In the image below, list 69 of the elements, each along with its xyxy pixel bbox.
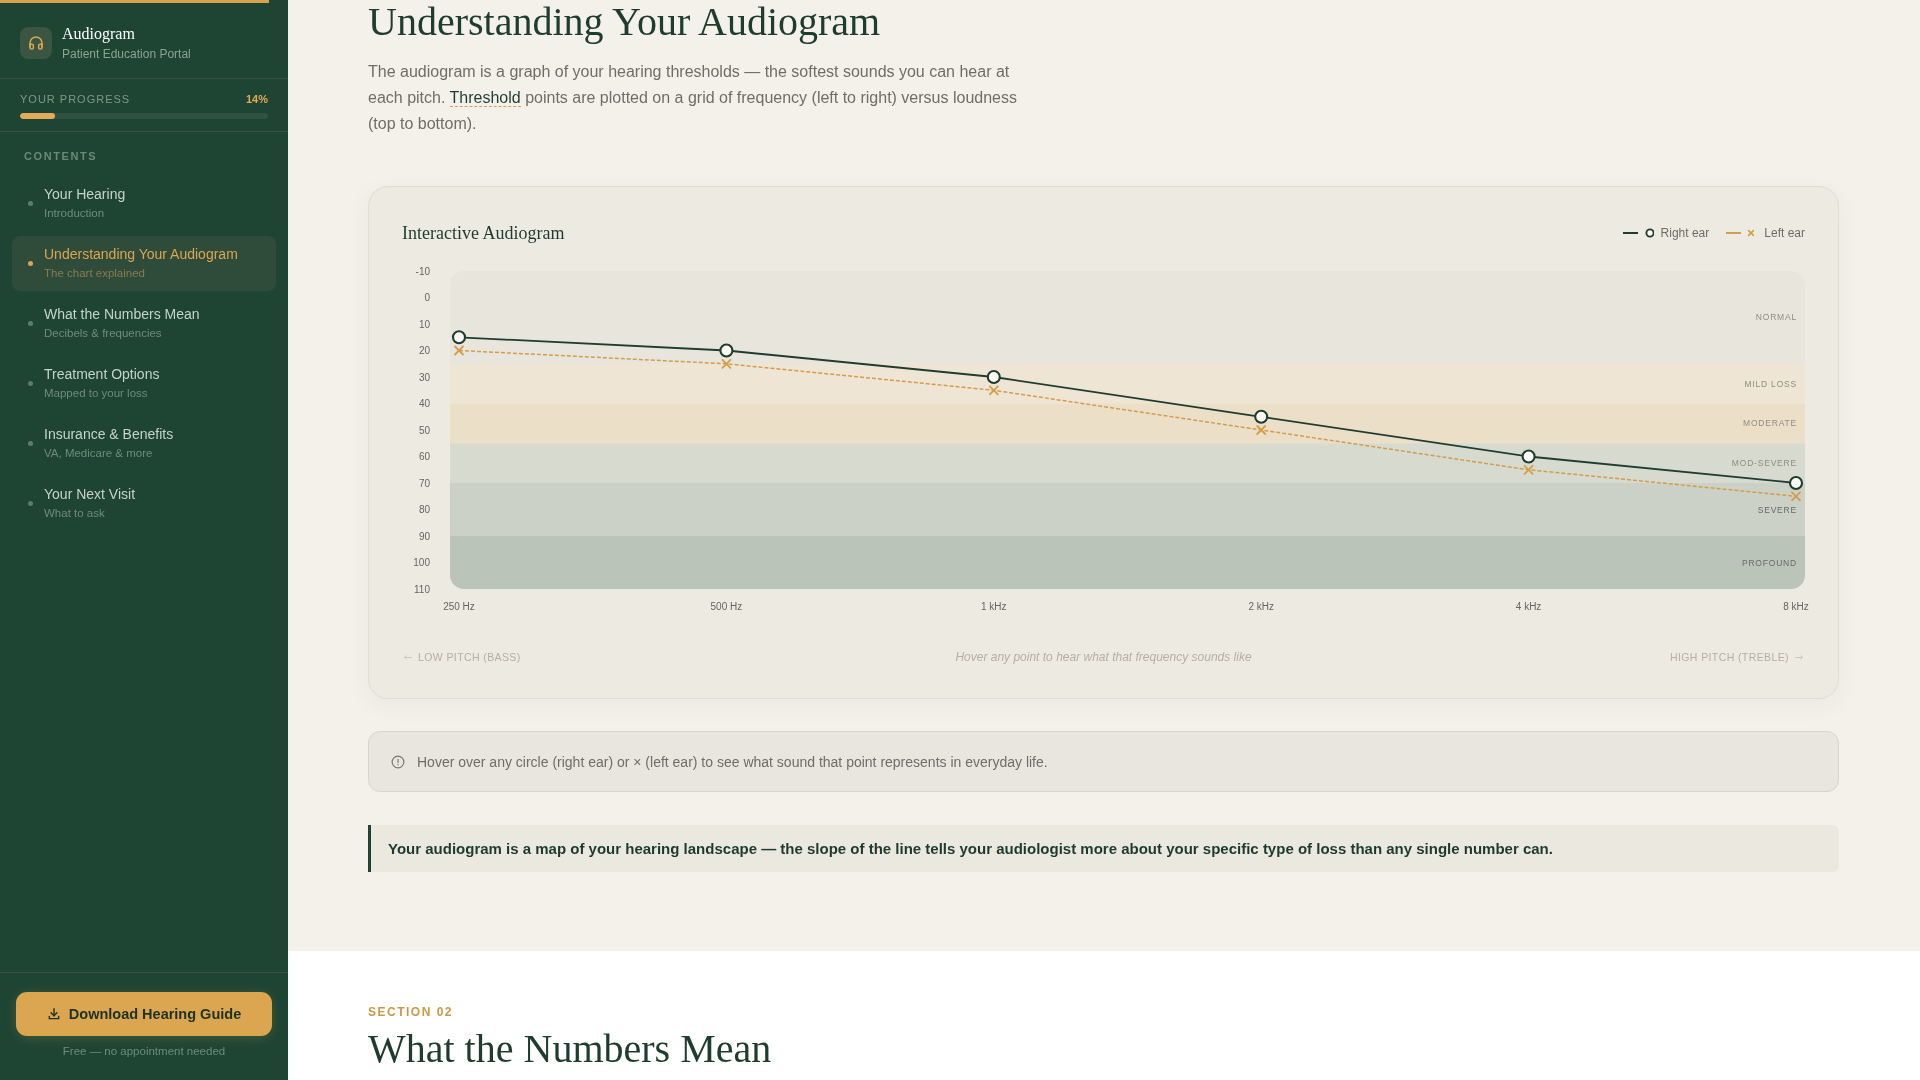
bullet-dot-icon [28, 320, 33, 326]
y-axis-label: 40 [418, 398, 430, 409]
exclamation-circle-icon [391, 754, 405, 769]
band-label: SEVERE [1757, 504, 1797, 515]
x-axis-label: 8 kHz [1783, 600, 1809, 612]
bullet-dot-icon [28, 500, 33, 506]
sidebar-item[interactable]: What the Numbers Mean Decibels & frequencies [12, 296, 276, 351]
y-axis-label: 70 [418, 477, 430, 489]
band-label: PROFOUND [1741, 557, 1797, 568]
legend-label: Right ear [1660, 226, 1710, 240]
left-arrow-icon [404, 654, 412, 660]
bullet-dot-icon [28, 440, 33, 446]
data-point[interactable] [719, 343, 734, 358]
data-point[interactable] [1521, 449, 1536, 464]
band-label: MILD LOSS [1744, 378, 1797, 389]
x-axis-label: 2 kHz [1248, 600, 1274, 612]
hover-hint: Hover any point to hear what that frequency sounds like [955, 650, 1252, 664]
data-point[interactable] [1788, 475, 1804, 491]
x-axis-label: 1 kHz [981, 600, 1007, 612]
sidebar-item[interactable]: Your Hearing Introduction [12, 176, 276, 231]
app-title: Audiogram [62, 24, 136, 44]
y-axis-label: 0 [424, 292, 430, 303]
progress-percent: 14% [245, 93, 268, 105]
data-point[interactable] [1254, 409, 1269, 424]
y-axis-label: 90 [418, 530, 430, 542]
chart-title: Interactive Audiogram [402, 222, 565, 244]
callout-quote: Your audiogram is a map of your hearing landscape — the slope of the line tells your audiologist more about your specific type of loss than any single number can. [368, 825, 1839, 872]
download-note: Free — no appointment needed [62, 1044, 226, 1058]
x-axis-label: 250 Hz [443, 600, 475, 612]
sidebar-item[interactable]: Treatment Options Mapped to your loss [12, 356, 276, 411]
page-title: Understanding Your Audiogram [368, 0, 882, 44]
headphones-icon [20, 27, 52, 59]
band-label: NORMAL [1755, 312, 1797, 323]
bullet-dot-icon [28, 380, 33, 386]
bullet-dot-icon [28, 260, 33, 266]
y-axis-label: 110 [414, 583, 430, 595]
y-axis-label: 100 [413, 557, 430, 568]
contents-heading: CONTENTS [23, 150, 99, 162]
download-icon [46, 1007, 61, 1021]
line-circle-legend-icon [1622, 228, 1654, 238]
y-axis-label: 10 [418, 318, 430, 330]
section-heading: What the Numbers Mean [368, 1027, 773, 1071]
data-point[interactable] [986, 369, 1001, 385]
y-axis-label: -10 [415, 265, 430, 277]
progress-label: YOUR PROGRESS [20, 93, 131, 105]
right-arrow-icon [1795, 654, 1803, 660]
glossary-term-link[interactable]: Threshold [449, 89, 521, 107]
app-subtitle: Patient Education Portal [62, 46, 191, 62]
band-label: MODERATE [1743, 418, 1797, 429]
pitch-direction-label: HIGH PITCH (TREBLE) [1669, 650, 1789, 664]
y-axis-label: 60 [418, 451, 430, 462]
x-axis-label: 500 Hz [710, 600, 743, 612]
y-axis-label: 80 [418, 504, 430, 515]
pitch-direction-label: LOW PITCH (BASS) [418, 650, 521, 664]
info-text: Hover over any circle (right ear) or × (left ear) to see what sound that point represents in everyday life. [417, 752, 1048, 771]
bullet-dot-icon [28, 200, 33, 206]
sidebar-item[interactable]: Insurance & Benefits VA, Medicare & more [12, 416, 276, 471]
data-point[interactable] [451, 330, 467, 345]
sidebar-item[interactable]: Understanding Your Audiogram The chart explained [12, 236, 276, 291]
y-axis-label: 20 [418, 345, 430, 356]
x-axis-label: 4 kHz [1515, 600, 1542, 612]
intro-paragraph: The audiogram is a graph of your hearing thresholds — the softest sounds you can hear at each pitch. Threshold points are plotted on a grid of frequency (left to right) versus loudness (top to bottom). [368, 62, 1018, 134]
section-label: SECTION 02 [368, 1005, 455, 1019]
y-axis-label: 30 [418, 371, 430, 383]
sidebar-item[interactable]: Your Next Visit What to ask [12, 476, 276, 531]
band-label: MOD-SEVERE [1731, 458, 1797, 469]
legend-label: Left ear [1764, 226, 1805, 240]
y-axis-label: 50 [418, 424, 430, 436]
download-button[interactable]: Download Hearing Guide [16, 992, 272, 1036]
